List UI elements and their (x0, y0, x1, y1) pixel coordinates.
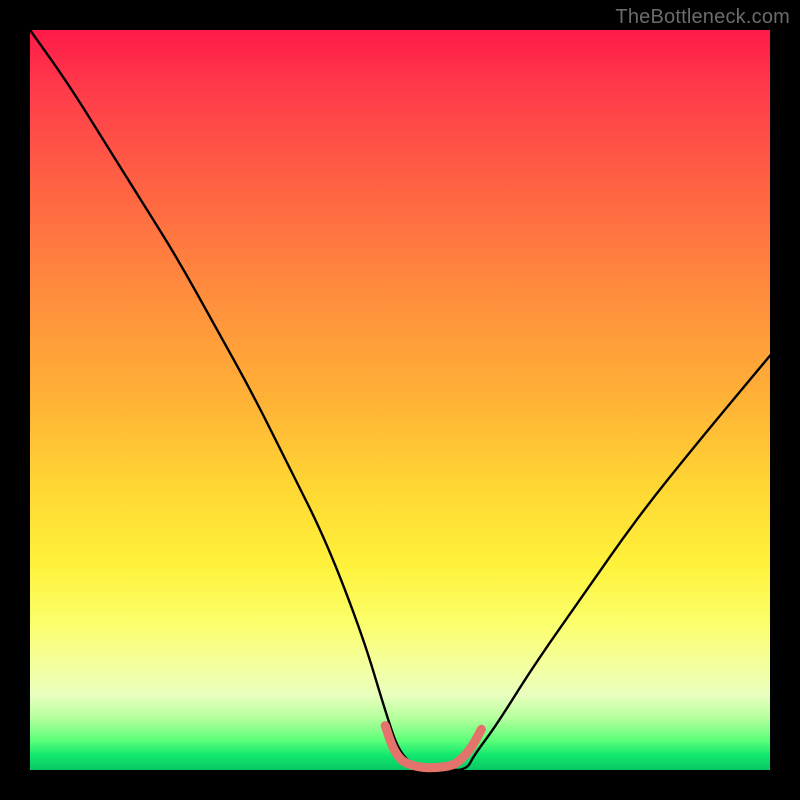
watermark-text: TheBottleneck.com (615, 6, 790, 29)
curve-layer (30, 30, 770, 770)
valley-highlight (385, 726, 481, 768)
plot-area (30, 30, 770, 770)
chart-frame: TheBottleneck.com (0, 0, 800, 800)
bottleneck-curve (30, 30, 770, 770)
